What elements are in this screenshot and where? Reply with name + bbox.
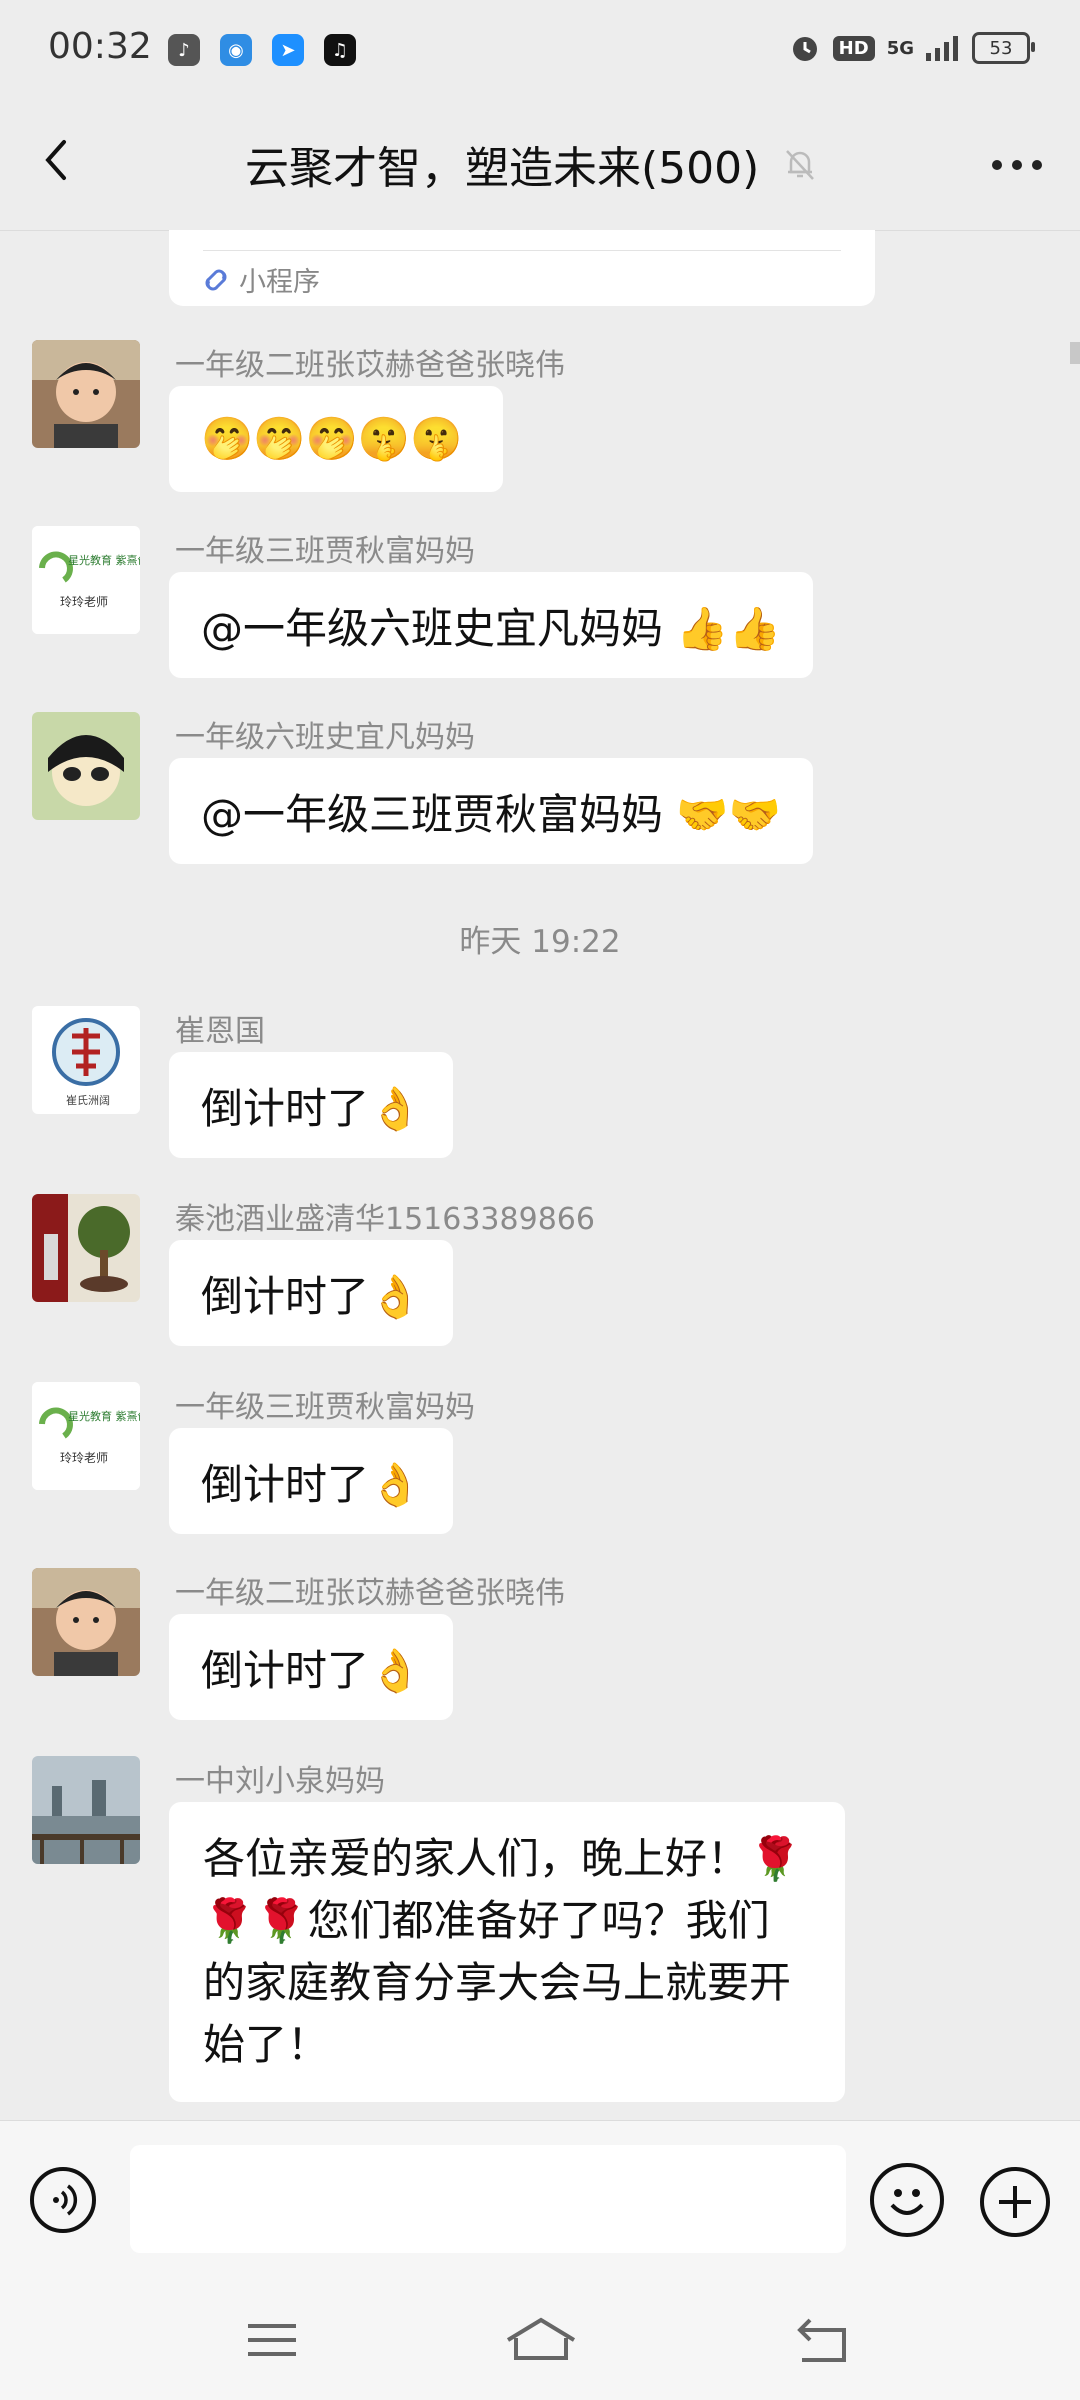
mini-program-card[interactable]: 小程序 xyxy=(169,230,875,306)
message-input[interactable] xyxy=(130,2145,846,2253)
avatar[interactable] xyxy=(32,712,140,820)
message-bubble[interactable]: 倒计时了👌 xyxy=(169,1240,454,1346)
svg-text:玲玲老师: 玲玲老师 xyxy=(60,1451,108,1465)
battery-icon: 53 xyxy=(972,32,1035,64)
back-icon[interactable] xyxy=(792,2310,852,2370)
avatar[interactable] xyxy=(32,1568,140,1676)
svg-text:玲玲老师: 玲玲老师 xyxy=(60,595,108,609)
chat-header: 云聚才智，塑造未来(500) xyxy=(0,100,1080,231)
hd-badge: HD xyxy=(832,35,875,61)
avatar[interactable] xyxy=(32,340,140,448)
sender-name: 一年级二班张苡赫爸爸张晓伟 xyxy=(175,1576,565,1611)
status-time: 00:32 xyxy=(48,26,152,67)
message-bubble[interactable]: 倒计时了👌 xyxy=(169,1614,454,1720)
sender-name: 一中刘小泉妈妈 xyxy=(175,1764,385,1799)
sender-name: 崔恩国 xyxy=(175,1014,265,1049)
svg-text:星光教育 紫熹创客: 星光教育 紫熹创客 xyxy=(68,553,140,567)
battery-level: 53 xyxy=(989,37,1013,59)
status-bar: 00:32 ♪ ◉ ➤ ♫ HD 5G 53 xyxy=(0,0,1080,100)
chat-title: 云聚才智，塑造未来(500) xyxy=(245,143,760,194)
message-bubble[interactable]: 各位亲爱的家人们，晚上好！🌹🌹🌹您们都准备好了吗？我们的家庭教育分享大会马上就要… xyxy=(169,1802,845,2102)
avatar[interactable] xyxy=(32,1756,140,1864)
mini-program-icon xyxy=(205,269,227,290)
bell-off-icon xyxy=(786,150,815,180)
timestamp: 昨天 19:22 xyxy=(459,924,621,960)
svg-text:崔氏洲阔: 崔氏洲阔 xyxy=(66,1093,110,1107)
emoji-icon[interactable] xyxy=(870,2163,944,2237)
avatar[interactable]: 星光教育 紫熹创客 玲玲老师 xyxy=(32,1382,140,1490)
menu-icon[interactable] xyxy=(242,2310,302,2370)
voice-icon[interactable] xyxy=(30,2167,96,2233)
input-bar xyxy=(0,2120,1080,2281)
sender-name: 秦池酒业盛清华15163389866 xyxy=(175,1202,595,1237)
notification-icons: ♪ ◉ ➤ ♫ xyxy=(168,34,356,66)
message-bubble[interactable]: 🤭🤭🤭🤫🤫 xyxy=(169,386,503,492)
avatar[interactable]: 星光教育 紫熹创客 玲玲老师 xyxy=(32,526,140,634)
tiktok-app-icon: ♫ xyxy=(324,34,356,66)
message-bubble[interactable]: @一年级六班史宜凡妈妈 👍👍 xyxy=(169,572,813,678)
svg-text:星光教育 紫熹创客: 星光教育 紫熹创客 xyxy=(68,1409,140,1423)
message-bubble[interactable]: @一年级三班贾秋富妈妈 🤝🤝 xyxy=(169,758,813,864)
more-dots-icon[interactable] xyxy=(992,160,1042,170)
home-icon[interactable] xyxy=(504,2310,578,2370)
avatar[interactable] xyxy=(32,1194,140,1302)
sender-name: 一年级三班贾秋富妈妈 xyxy=(175,534,475,569)
chevron-left-icon[interactable] xyxy=(36,138,80,182)
music-app-icon: ♪ xyxy=(168,34,200,66)
alarm-icon xyxy=(792,37,817,61)
system-nav-bar xyxy=(0,2280,1080,2400)
signal-icon xyxy=(926,36,958,61)
send-app-icon: ➤ xyxy=(272,34,304,66)
message-list[interactable]: 小程序 一年级二班张苡赫爸爸张晓伟 🤭🤭🤭🤫🤫 星光教育 紫熹创客 玲玲老师 xyxy=(0,230,1080,2120)
message-bubble[interactable]: 倒计时了👌 xyxy=(169,1052,454,1158)
sender-name: 一年级二班张苡赫爸爸张晓伟 xyxy=(175,348,565,383)
network-type: 5G xyxy=(886,37,914,59)
plus-icon[interactable] xyxy=(980,2167,1050,2237)
sender-name: 一年级六班史宜凡妈妈 xyxy=(175,720,475,755)
message-bubble[interactable]: 倒计时了👌 xyxy=(169,1428,454,1534)
sender-name: 一年级三班贾秋富妈妈 xyxy=(175,1390,475,1425)
mini-program-label: 小程序 xyxy=(239,267,320,298)
browser-app-icon: ◉ xyxy=(220,34,252,66)
scrollbar[interactable] xyxy=(1070,342,1080,364)
avatar[interactable]: 崔氏洲阔 xyxy=(32,1006,140,1114)
